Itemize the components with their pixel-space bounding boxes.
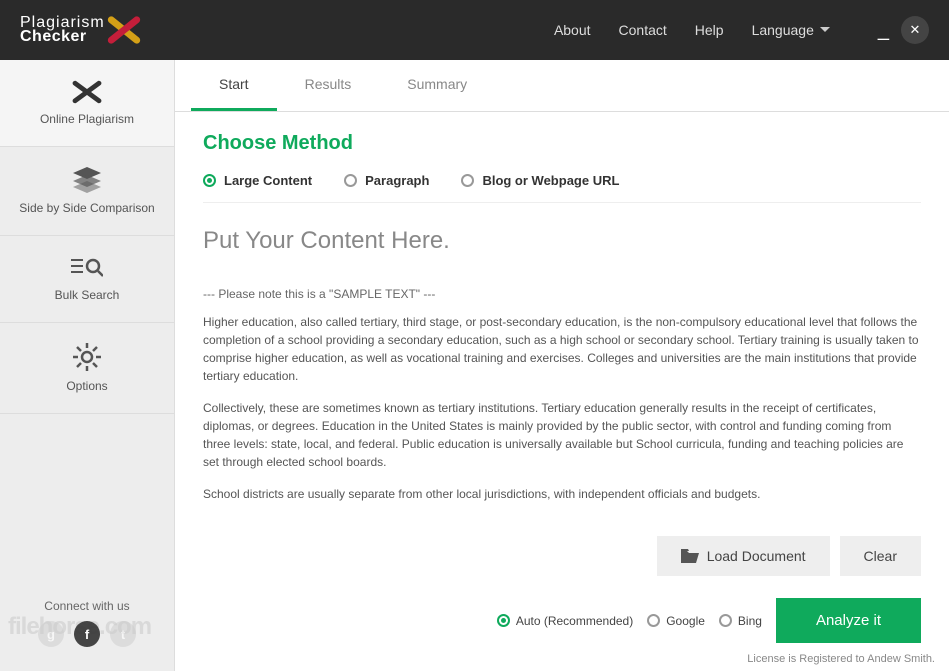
tab-summary[interactable]: Summary	[379, 60, 495, 111]
header-menu: About Contact Help Language _ ✕	[554, 16, 929, 44]
tab-start[interactable]: Start	[191, 60, 277, 111]
load-document-label: Load Document	[707, 548, 806, 564]
layers-icon	[73, 167, 101, 193]
method-large-content[interactable]: Large Content	[203, 173, 312, 188]
radio-label: Bing	[738, 614, 762, 628]
radio-icon	[344, 174, 357, 187]
radio-icon	[461, 174, 474, 187]
content-textarea[interactable]: --- Please note this is a "SAMPLE TEXT" …	[203, 287, 921, 503]
sidebar-item-online-plagiarism[interactable]: Online Plagiarism	[0, 60, 174, 147]
folder-icon	[681, 549, 699, 563]
bulk-search-icon	[71, 256, 103, 280]
analyze-button[interactable]: Analyze it	[776, 598, 921, 643]
radio-label: Auto (Recommended)	[516, 614, 633, 628]
clear-button[interactable]: Clear	[840, 536, 921, 576]
chevron-down-icon	[820, 27, 830, 33]
analyze-label: Analyze it	[816, 612, 881, 629]
menu-help[interactable]: Help	[695, 22, 724, 38]
app-header: Plagiarism Checker About Contact Help La…	[0, 0, 949, 60]
radio-label: Google	[666, 614, 705, 628]
minimize-button[interactable]: _	[878, 25, 889, 35]
main-panel: Start Results Summary Choose Method Larg…	[175, 60, 949, 671]
sidebar: Online Plagiarism Side by Side Compariso…	[0, 60, 175, 671]
google-plus-icon[interactable]: g	[38, 621, 64, 647]
logo-text-2: Checker	[20, 29, 105, 45]
engine-bing[interactable]: Bing	[719, 614, 762, 628]
method-radio-group: Large Content Paragraph Blog or Webpage …	[203, 173, 921, 203]
radio-label: Paragraph	[365, 173, 429, 188]
analyze-row: Auto (Recommended) Google Bing Analyze i…	[175, 588, 949, 651]
sample-paragraph: Collectively, these are sometimes known …	[203, 399, 921, 471]
radio-icon	[719, 614, 732, 627]
menu-language-label: Language	[752, 22, 814, 38]
radio-icon	[647, 614, 660, 627]
radio-label: Large Content	[224, 173, 312, 188]
tabs: Start Results Summary	[175, 60, 949, 112]
close-button[interactable]: ✕	[901, 16, 929, 44]
x-icon	[71, 80, 103, 104]
sidebar-item-side-by-side[interactable]: Side by Side Comparison	[0, 147, 174, 236]
sidebar-item-label: Online Plagiarism	[40, 112, 134, 126]
load-document-button[interactable]: Load Document	[657, 536, 830, 576]
tab-results[interactable]: Results	[277, 60, 380, 111]
sample-paragraph: Higher education, also called tertiary, …	[203, 313, 921, 385]
radio-icon	[203, 174, 216, 187]
method-url[interactable]: Blog or Webpage URL	[461, 173, 619, 188]
sidebar-item-bulk-search[interactable]: Bulk Search	[0, 236, 174, 323]
radio-label: Blog or Webpage URL	[482, 173, 619, 188]
engine-google[interactable]: Google	[647, 614, 705, 628]
menu-contact[interactable]: Contact	[619, 22, 667, 38]
twitter-icon[interactable]: t	[110, 621, 136, 647]
menu-language[interactable]: Language	[752, 22, 830, 38]
engine-auto[interactable]: Auto (Recommended)	[497, 614, 633, 628]
sample-note: --- Please note this is a "SAMPLE TEXT" …	[203, 287, 921, 301]
clear-label: Clear	[864, 548, 897, 564]
gear-icon	[73, 343, 101, 371]
connect-label: Connect with us	[44, 599, 129, 613]
sample-paragraph: School districts are usually separate fr…	[203, 485, 921, 503]
section-title: Choose Method	[203, 132, 921, 155]
content-heading: Put Your Content Here.	[203, 227, 921, 255]
app-logo: Plagiarism Checker	[20, 13, 141, 47]
sidebar-item-options[interactable]: Options	[0, 323, 174, 414]
document-actions: Load Document Clear	[175, 524, 949, 588]
sidebar-connect: Connect with us filehorse.com g f t	[0, 585, 174, 671]
sidebar-item-label: Bulk Search	[55, 288, 120, 302]
license-text: License is Registered to Andew Smith.	[175, 651, 949, 671]
radio-icon	[497, 614, 510, 627]
content-area: Choose Method Large Content Paragraph Bl…	[175, 112, 949, 524]
facebook-icon[interactable]: f	[74, 621, 100, 647]
sidebar-item-label: Options	[66, 379, 107, 393]
logo-x-icon	[107, 13, 141, 47]
sidebar-item-label: Side by Side Comparison	[19, 201, 154, 215]
method-paragraph[interactable]: Paragraph	[344, 173, 429, 188]
menu-about[interactable]: About	[554, 22, 591, 38]
